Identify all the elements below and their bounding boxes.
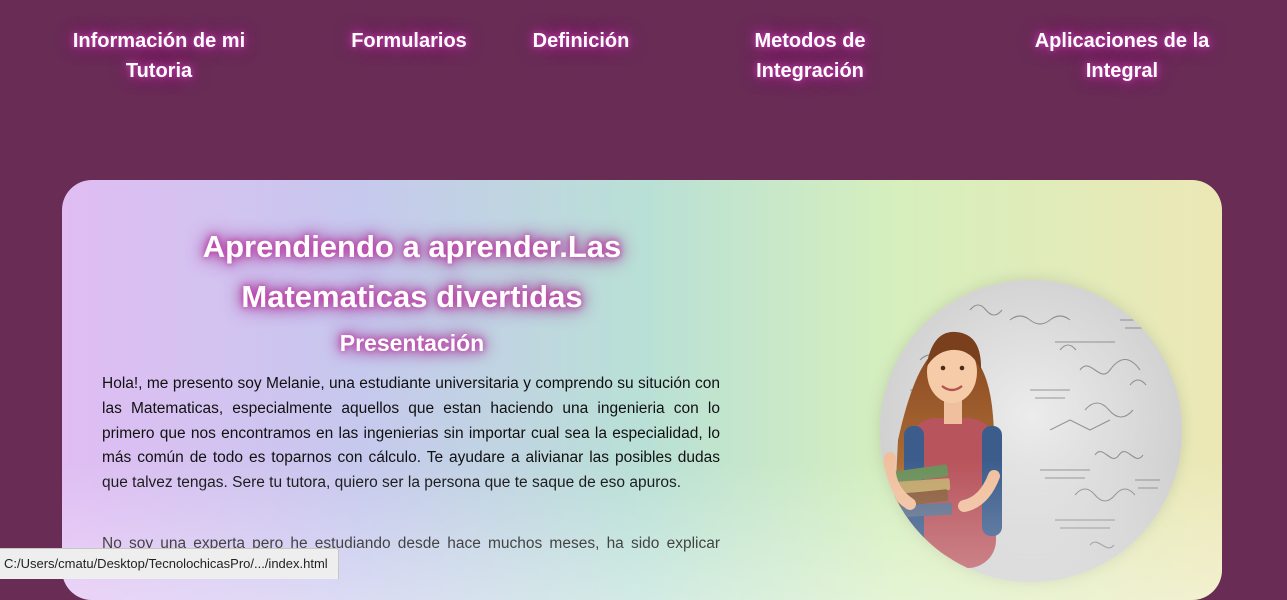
section-heading: Presentación bbox=[339, 330, 485, 356]
intro-paragraph: Hola!, me presento soy Melanie, una estu… bbox=[102, 375, 720, 492]
tutor-photo bbox=[880, 280, 1182, 582]
nav-link-metodos[interactable]: Metodos de Integración bbox=[740, 26, 880, 86]
nav-link-formularios[interactable]: Formularios bbox=[340, 26, 478, 56]
tutor-photo-illustration bbox=[880, 280, 1182, 582]
main-navigation: Información de mi Tutoria Formularios De… bbox=[0, 0, 1287, 120]
page-title: Aprendiendo a aprender.Las Matematicas d… bbox=[202, 229, 622, 314]
nav-link-aplicaciones[interactable]: Aplicaciones de la Integral bbox=[1020, 26, 1224, 86]
nav-link-informacion[interactable]: Información de mi Tutoria bbox=[58, 26, 260, 86]
status-bar-url: C:/Users/cmatu/Desktop/TecnolochicasPro/… bbox=[0, 548, 339, 579]
nav-link-definicion[interactable]: Definición bbox=[520, 26, 642, 56]
content-card: Aprendiendo a aprender.Las Matematicas d… bbox=[62, 180, 1222, 600]
